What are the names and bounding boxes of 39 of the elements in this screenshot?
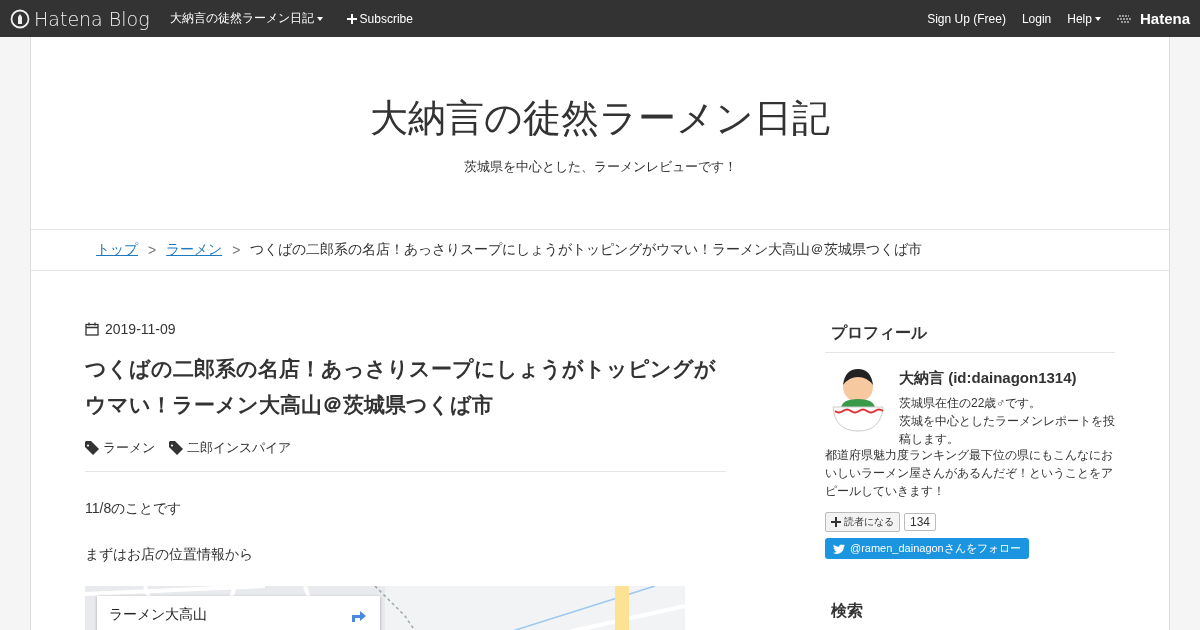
sidebar-heading: プロフィール — [825, 323, 1115, 353]
caret-icon — [316, 16, 323, 21]
breadcrumb-current: つくばの二郎系の名店！あっさりスープにしょうがトッピングがウマい！ラーメン大高山＠茨城県つくば市 — [250, 241, 923, 259]
subscriber-count: 134 — [904, 513, 937, 531]
plus-icon — [831, 517, 841, 527]
breadcrumb-link[interactable]: トップ — [96, 241, 138, 259]
blog-title[interactable]: 大納言の徒然ラーメン日記 — [370, 93, 830, 144]
category-link[interactable]: ラーメン — [85, 439, 155, 457]
caret-icon — [1094, 16, 1101, 21]
sidebar-heading: 検索 — [831, 601, 864, 621]
bird-icon — [833, 543, 845, 554]
category-link[interactable]: 二郎インスパイア — [169, 439, 291, 457]
place-name[interactable]: ラーメン大高山 — [109, 606, 207, 624]
logo-text[interactable]: Hatena Blog — [34, 7, 150, 30]
tag-icon — [169, 441, 183, 455]
brand-logo[interactable]: Hatena — [1139, 10, 1190, 27]
subscribe-link[interactable]: Subscribe — [346, 11, 413, 26]
calendar-icon — [85, 322, 99, 336]
post-date[interactable]: 2019-11-09 — [105, 321, 176, 337]
blog-description: 茨城県を中心とした、ラーメンレビューです！ — [463, 158, 737, 176]
breadcrumb-link[interactable]: ラーメン — [166, 241, 223, 259]
nav-link[interactable]: Help — [1067, 11, 1101, 26]
breadcrumb-separator: > — [232, 242, 241, 258]
blog-menu[interactable]: 大納言の徒然ラーメン日記 — [169, 10, 323, 27]
paragraph: 11/8のことです — [85, 500, 183, 518]
plus-icon — [346, 13, 357, 24]
avatar-drawing[interactable] — [829, 367, 887, 433]
profile-name[interactable]: 大納言 (id:dainagon1314) — [899, 369, 1115, 388]
nav-link[interactable]: Sign Up (Free) — [927, 11, 1006, 26]
subscribe-button[interactable]: 読者になる — [825, 512, 900, 532]
profile-about: 都道府県魅力度ランキング最下位の県にもこんなにおいしいラーメン屋さんがあるんだぞ！ということをアピールしていきます！ — [825, 447, 1114, 500]
nav-link[interactable]: Login — [1021, 11, 1052, 26]
profile-bio: 茨城を中心としたラーメンレポートを投稿します。 — [899, 413, 1115, 448]
profile-bio: 茨城県在住の22歳♂です。 — [899, 395, 1043, 412]
logo-icon[interactable] — [10, 8, 30, 29]
article-title[interactable]: つくばの二郎系の名店！あっさりスープにしょうがトッピングがウマい！ラーメン大高山＠茨城県つくば市 — [85, 351, 726, 423]
breadcrumb-separator: > — [148, 242, 157, 258]
paragraph: まずはお店の位置情報から — [85, 546, 254, 564]
tag-icon — [85, 441, 99, 455]
